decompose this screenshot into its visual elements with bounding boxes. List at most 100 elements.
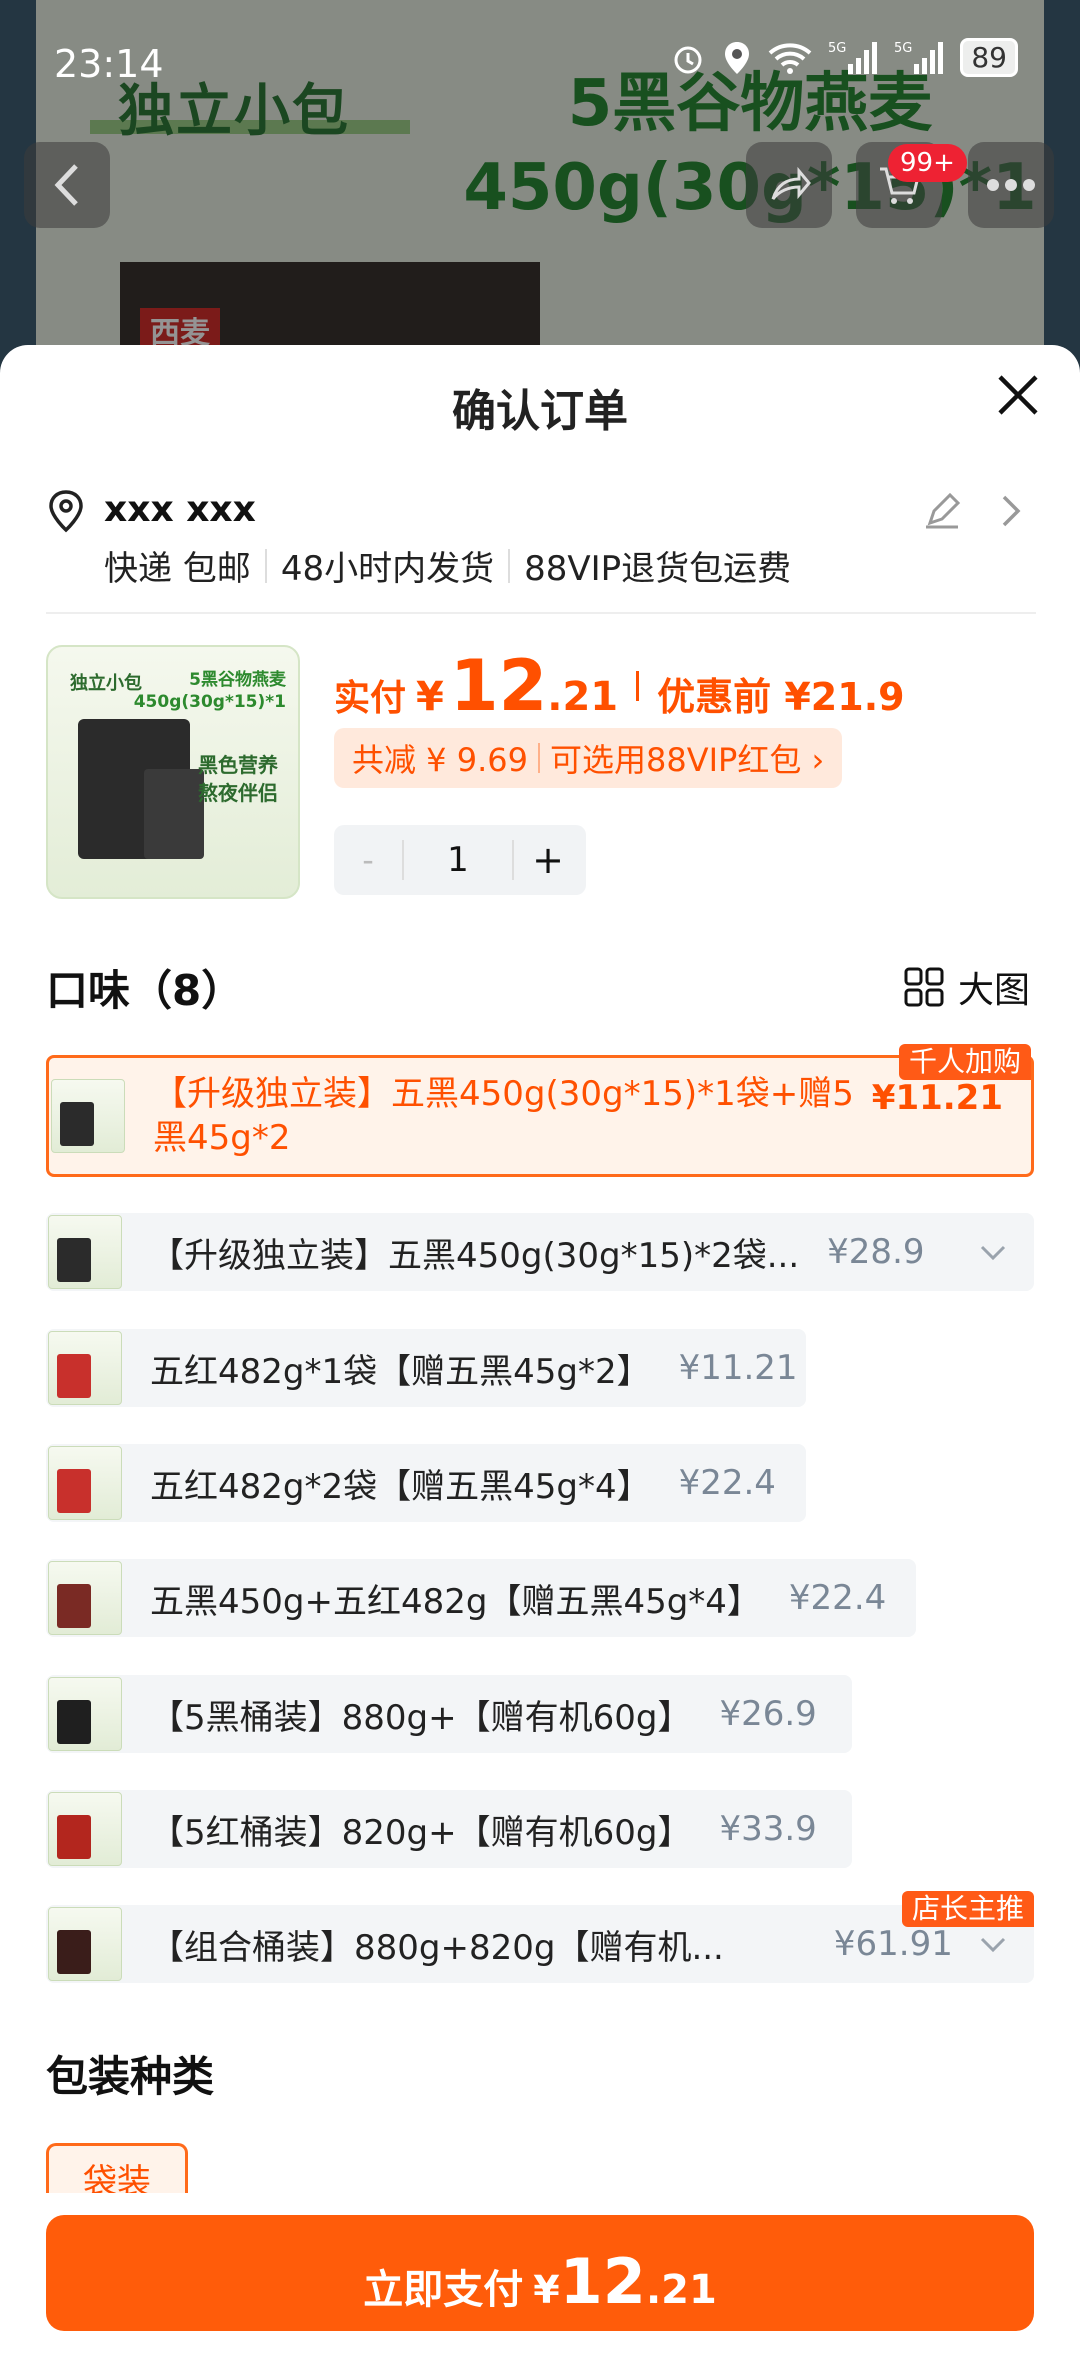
separator [508,548,511,583]
flavor-option[interactable]: 【升级独立装】五黑450g(30g*15)*1袋+赠5 黑45g*2 ¥11.21… [46,1044,1034,1177]
more-button[interactable] [968,142,1054,228]
chevron-right-icon [1002,495,1021,527]
flavor-option[interactable]: 【升级独立装】五黑450g(30g*15)*2袋... ¥28.9 [46,1213,1034,1291]
signal-5g-icon: 5G [828,41,878,74]
option-thumbnail [48,1215,122,1289]
more-dots-icon [987,179,1035,191]
pay-currency: ¥ [533,2268,560,2312]
big-image-label: 大图 [958,970,1031,1011]
option-thumbnail [48,1446,122,1520]
thumbnail-bag [57,1584,91,1628]
pay-now-button[interactable]: 立即支付 ¥ 12 .21 [46,2215,1034,2331]
discount-pill[interactable]: 共减 ¥ 9.69 可选用88VIP红包 › [334,728,843,788]
product-image[interactable]: 独立小包 5黑谷物燕麦 450g(30g*15)*1 黑色营养 熬夜伴侣 [46,645,300,899]
option-price: ¥28.9 [827,1232,925,1272]
chevron-left-icon [54,164,78,206]
option-label: 五红482g*2袋【赠五黑45g*4】 [150,1466,651,1507]
address-name: xxx xxx [104,489,256,530]
price-decimal: .21 [547,674,619,720]
thumbnail-bag [57,1700,91,1744]
thumbnail-bag [57,1930,91,1974]
pay-integer: 12 [559,2245,646,2318]
option-label-line2: 黑45g*2 [153,1118,291,1158]
option-tag: 千人加购 [898,1044,1031,1080]
option-label: 【升级独立装】五黑450g(30g*15)*2袋... [150,1235,800,1276]
option-thumbnail [48,1561,122,1635]
share-button[interactable] [746,142,832,228]
status-time: 23:14 [54,42,164,86]
pay-label: 立即支付 [363,2267,524,2313]
option-price: ¥22.4 [678,1463,776,1503]
option-label: 五黑450g+五红482g【赠五黑45g*4】 [150,1581,761,1622]
flavor-option[interactable]: 五红482g*2袋【赠五黑45g*4】 ¥22.4 [46,1444,806,1522]
share-icon [771,166,811,200]
thumbnail-bag [57,1354,91,1398]
signal-5g-icon-2: 5G [894,41,944,74]
flavor-option[interactable]: 【5黑桶装】880g+【赠有机60g】 ¥26.9 [46,1675,852,1753]
price-currency: ¥ [416,674,444,720]
big-image-toggle[interactable]: 大图 [904,961,1030,1013]
discount-saved: 共减 ¥ 9.69 [352,741,528,779]
package-chip-bag[interactable]: 袋装 [46,2143,188,2193]
vip-redpacket-link[interactable]: 可选用88VIP红包 › [550,735,824,781]
flavor-option[interactable]: 【组合桶装】880g+820g【赠有机... ¥61.91 店长主推 [46,1891,1034,1983]
location-pin-icon [49,490,83,533]
thumbnail-bag [60,1102,94,1146]
option-price: ¥26.9 [719,1694,817,1734]
product-image-title-line2: 450g(30g*15)*1 [133,692,286,712]
status-bar: 23:14 5G 5G 89 [0,0,1080,120]
divider [46,612,1036,614]
grid-icon [904,967,944,1007]
option-thumbnail [48,1677,122,1751]
price-integer: 12 [449,645,548,727]
separator [636,671,640,701]
chevron-down-icon[interactable] [978,1237,1008,1267]
option-price: ¥33.9 [719,1809,817,1849]
option-label-line1: 【升级独立装】五黑450g(30g*15)*1袋+赠5 [153,1074,854,1114]
option-thumbnail [48,1907,122,1981]
price-line: 实付 ¥ 12 .21 优惠前 ¥21.9 [334,645,905,727]
address-row[interactable]: xxx xxx [46,483,1036,543]
close-icon [998,375,1038,415]
edit-pencil-icon[interactable] [922,491,962,531]
svg-text:5G: 5G [828,41,846,56]
thumbnail-bag [57,1238,91,1282]
price-before-discount: 优惠前 ¥21.9 [657,675,905,719]
quantity-stepper[interactable]: - 1 + [334,825,586,895]
option-tag: 店长主推 [901,1891,1034,1927]
option-thumbnail [48,1331,122,1405]
option-label: 【5黑桶装】880g+【赠有机60g】 [150,1697,692,1738]
separator [537,743,540,773]
product-image-title-line1: 5黑谷物燕麦 [189,670,286,690]
wifi-icon [769,42,812,74]
product-image-slogan-line1: 黑色营养 [198,753,278,777]
thumbnail-bag [57,1815,91,1859]
flavor-option[interactable]: 五红482g*1袋【赠五黑45g*2】 ¥11.21 [46,1329,806,1407]
option-price: ¥22.4 [788,1578,887,1618]
confirm-order-sheet: 确认订单 xxx xxx 快递 包邮 48小时内发货 88VIP退货包运费 独立… [0,345,1080,2376]
flavor-option[interactable]: 【5红桶装】820g+【赠有机60g】 ¥33.9 [46,1790,852,1868]
option-label: 【5红桶装】820g+【赠有机60g】 [150,1812,692,1853]
battery-indicator: 89 [960,38,1018,77]
quantity-plus-button[interactable]: + [514,838,582,882]
chevron-down-icon[interactable] [978,1929,1008,1959]
shipping-time: 48小时内发货 [280,549,495,589]
svg-text:5G: 5G [894,41,912,56]
quantity-minus-button[interactable]: - [334,841,402,879]
shipping-method: 快递 包邮 [104,549,251,589]
quantity-value[interactable]: 1 [402,840,514,880]
location-icon [725,41,750,74]
product-image-brand: 独立小包 [70,673,142,694]
back-button[interactable] [24,142,110,228]
option-label: 五红482g*1袋【赠五黑45g*2】 [150,1351,651,1392]
flavor-option[interactable]: 五黑450g+五红482g【赠五黑45g*4】 ¥22.4 [46,1559,916,1637]
close-button[interactable] [990,367,1046,423]
package-section-title: 包装种类 [46,2052,215,2101]
alarm-icon [674,46,702,73]
cart-badge: 99+ [888,144,967,182]
option-thumbnail [51,1079,125,1153]
thumbnail-bag [57,1469,91,1513]
product-pack-graphic [144,769,204,859]
option-label: 【组合桶装】880g+820g【赠有机... [150,1927,724,1968]
product-image-slogan: 黑色营养 熬夜伴侣 [198,751,278,807]
